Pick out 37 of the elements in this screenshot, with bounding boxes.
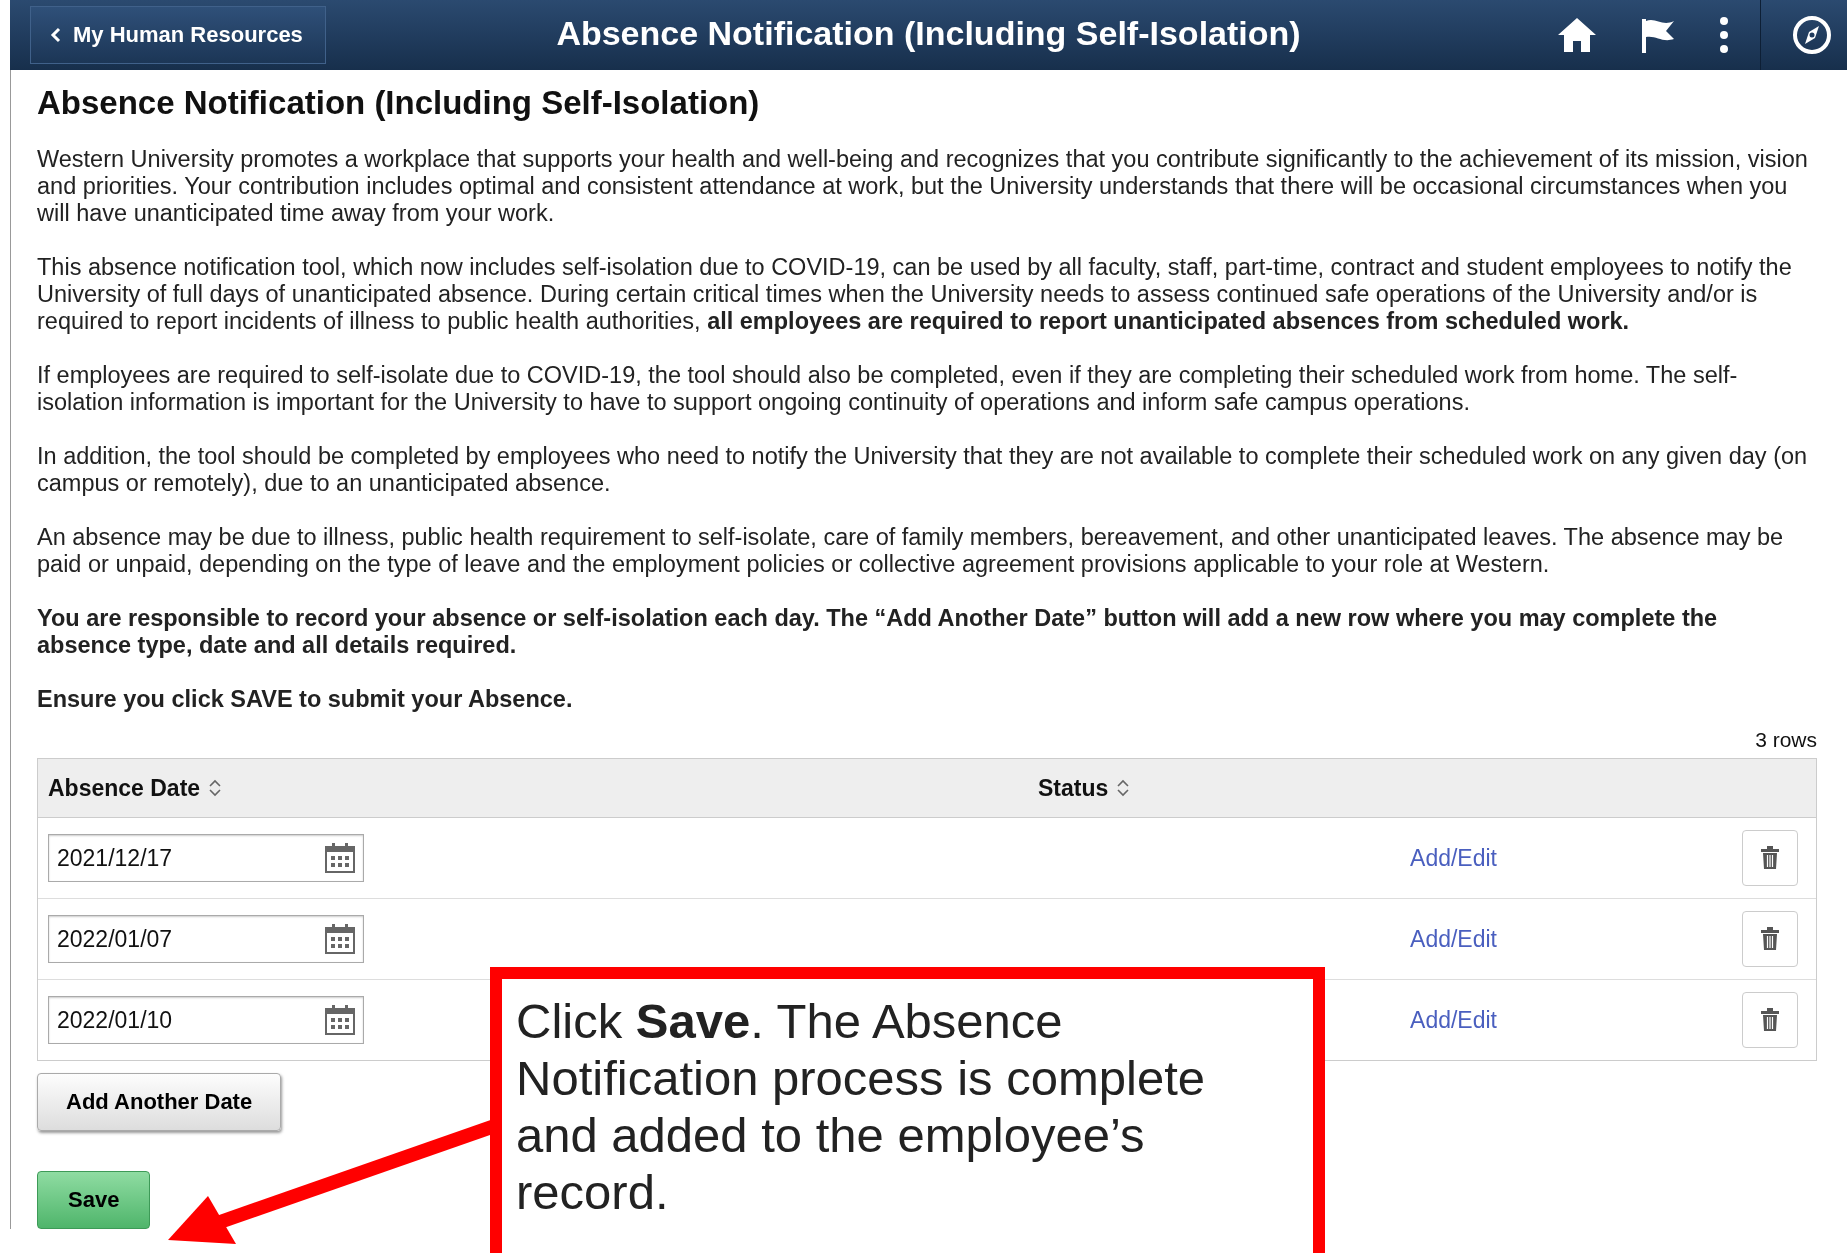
header-title: Absence Notification (Including Self-Isolation): [556, 14, 1301, 53]
date-field[interactable]: 2021/12/17: [48, 834, 364, 882]
add-edit-link[interactable]: Add/Edit: [1410, 844, 1497, 872]
add-edit-link[interactable]: Add/Edit: [1410, 1006, 1497, 1034]
paragraph: In addition, the tool should be completed by employees who need to notify the University that they are not available to complete their scheduled work on any given day (on campus or remotely), due to an unanticipated absence.: [37, 443, 1809, 497]
delete-button[interactable]: [1742, 911, 1798, 967]
page-title: Absence Notification (Including Self-Isolation): [37, 84, 761, 122]
back-button[interactable]: My Human Resources: [30, 6, 326, 64]
date-field[interactable]: 2022/01/10: [48, 996, 364, 1044]
sort-icon: [208, 778, 223, 798]
paragraph: An absence may be due to illness, public health requirement to self-isolate, care of family members, bereavement, and other unanticipated leaves. The absence may be paid or unpaid, depending on the type of leave and the employment policies or collective agreement provisions applicable to your role at Western.: [37, 524, 1785, 578]
delete-button[interactable]: [1742, 992, 1798, 1048]
calendar-icon[interactable]: [323, 841, 357, 875]
calendar-icon[interactable]: [323, 922, 357, 956]
column-header[interactable]: Absence Date: [48, 774, 1038, 802]
paragraph: Ensure you click SAVE to submit your Absence.: [37, 686, 574, 713]
compass-icon[interactable]: [1791, 14, 1833, 56]
paragraph: If employees are required to self-isolate due to COVID-19, the tool should also be completed, even if they are completing their scheduled work from home. The self-isolation information is important for the University to have to support ongoing continuity of operations and inform safe campus operations.: [37, 362, 1739, 416]
trash-icon: [1760, 1008, 1780, 1032]
column-header[interactable]: Status: [1038, 774, 1131, 802]
more-options-icon[interactable]: [1718, 15, 1730, 55]
add-another-date-button[interactable]: Add Another Date: [37, 1073, 282, 1131]
delete-button[interactable]: [1742, 830, 1798, 886]
callout-text: Click Save. The Absence Notification process is complete and added to the employee’s record.: [516, 993, 1206, 1221]
add-edit-link[interactable]: Add/Edit: [1410, 925, 1497, 953]
trash-icon: [1760, 846, 1780, 870]
paragraph: You are responsible to record your absence or self-isolation each day. The “Add Another Date” button will add a new row where you may complete the absence type, date and all details required.: [37, 605, 1719, 659]
save-button[interactable]: Save: [37, 1171, 151, 1229]
row-count: 3 rows: [1754, 728, 1817, 752]
sort-icon: [1116, 778, 1131, 798]
calendar-icon[interactable]: [323, 1003, 357, 1037]
paragraph: Western University promotes a workplace that supports your health and well-being and recognizes that you contribute significantly to the achievement of its mission, vision and priorities. Your contribution includes optimal and consistent attendance at work, but the University understands that there will be occasional circumstances when you will have unanticipated time away from your work.: [37, 146, 1809, 227]
paragraph: This absence notification tool, which now includes self-isolation due to COVID-19, can be used by all faculty, staff, part-time, contract and student employees to notify the University of full days of unanticipated absence. During certain critical times when the University needs to assess continued safe operations of the University and/or is required to report incidents of illness to public health authorities, all employees are required to report unanticipated absences from scheduled work.: [37, 254, 1793, 335]
home-icon[interactable]: [1556, 15, 1598, 55]
chevron-left-icon: [49, 27, 63, 43]
trash-icon: [1760, 927, 1780, 951]
date-field[interactable]: 2022/01/07: [48, 915, 364, 963]
